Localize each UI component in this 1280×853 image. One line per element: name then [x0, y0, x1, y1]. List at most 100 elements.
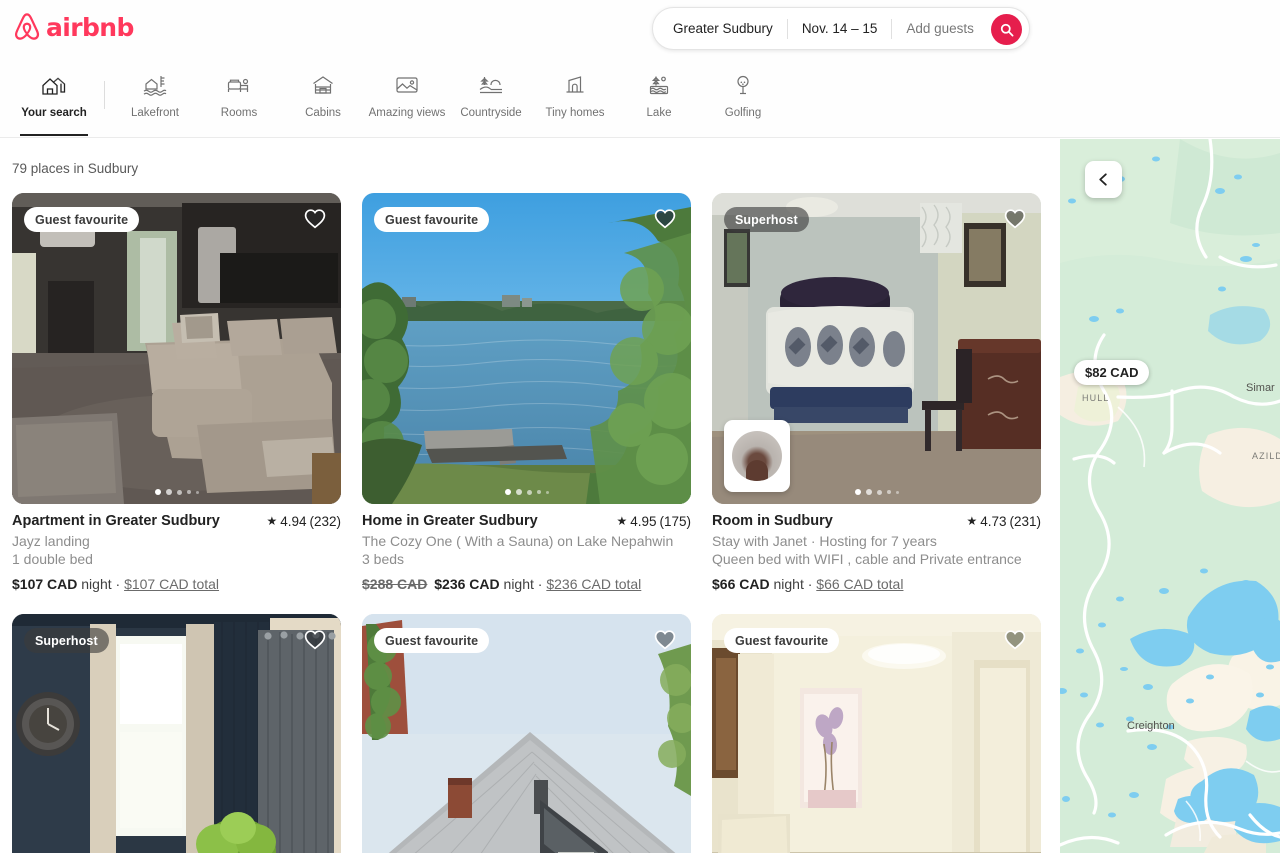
map-canvas[interactable] — [1060, 139, 1280, 853]
rating-value: 4.95 — [630, 513, 657, 529]
carousel-dot[interactable] — [865, 489, 872, 495]
category-tiny-homes[interactable]: Tiny homes — [533, 58, 617, 130]
carousel-dot[interactable] — [515, 489, 522, 495]
search-location[interactable]: Greater Sudbury — [653, 8, 787, 49]
heart-icon[interactable] — [1003, 627, 1027, 651]
star-icon: ★ — [266, 514, 278, 528]
listing-badge: Superhost — [724, 207, 809, 232]
listing-image[interactable]: Guest favourite — [362, 193, 691, 504]
map-collapse-button[interactable] — [1085, 161, 1122, 198]
rooms-bed-icon — [226, 72, 252, 98]
listing-badge: Guest favourite — [374, 628, 490, 653]
listing-card[interactable]: Guest favourite — [362, 614, 691, 853]
listing-price: $107 CAD night · $107 CAD total — [12, 576, 341, 592]
listing-card[interactable]: Guest favourite — [362, 193, 691, 592]
listing-card[interactable]: Guest favourite — [712, 614, 1041, 853]
houses-icon — [41, 72, 67, 98]
heart-icon[interactable] — [1003, 206, 1027, 230]
map-price-marker[interactable]: $82 CAD — [1074, 360, 1150, 385]
listing-image[interactable]: Superhost — [12, 614, 341, 853]
listing-price: $288 CAD $236 CAD night · $236 CAD total — [362, 576, 691, 592]
category-label: Golfing — [724, 107, 762, 119]
image-carousel-dots[interactable] — [504, 489, 549, 495]
category-lake[interactable]: Lake — [617, 58, 701, 130]
price-separator: · — [115, 576, 121, 592]
carousel-dot[interactable] — [876, 489, 882, 495]
dark-living-room-photo — [12, 193, 341, 504]
category-countryside[interactable]: Countryside — [449, 58, 533, 130]
heart-icon[interactable] — [303, 206, 327, 230]
cabin-icon — [310, 72, 336, 98]
price-total[interactable]: $66 CAD total — [816, 576, 903, 592]
category-golfing[interactable]: Golfing — [701, 58, 785, 130]
price-total[interactable]: $236 CAD total — [546, 576, 641, 592]
map-label-simard: Simar — [1246, 382, 1275, 394]
listing-beds: Queen bed with WIFI , cable and Private … — [712, 551, 1022, 567]
carousel-dot[interactable] — [526, 489, 532, 495]
heart-icon[interactable] — [653, 206, 677, 230]
rating-value: 4.73 — [980, 513, 1007, 529]
listing-card[interactable]: Superhost — [12, 614, 341, 853]
price-total[interactable]: $107 CAD total — [124, 576, 219, 592]
image-carousel-dots[interactable] — [854, 489, 899, 495]
price-amount: $66 CAD — [712, 576, 770, 592]
host-avatar[interactable] — [724, 420, 790, 492]
search-dates[interactable]: Nov. 14 – 15 — [788, 8, 892, 49]
heart-icon[interactable] — [303, 627, 327, 651]
carousel-dot[interactable] — [195, 490, 199, 494]
airbnb-logo[interactable]: airbnb — [12, 11, 134, 43]
listing-beds: 1 double bed — [12, 551, 93, 567]
listings-grid: Guest favourite Apartment in Greater Sud… — [0, 176, 1060, 853]
results-panel: 79 places in Sudbury Guest favourite Apa… — [0, 139, 1060, 853]
map-label-hull: HULL — [1082, 393, 1110, 403]
listing-image[interactable]: Guest favourite — [362, 614, 691, 853]
listing-image[interactable]: Guest favourite — [12, 193, 341, 504]
search-guests[interactable]: Add guests — [892, 8, 988, 49]
listing-price: $66 CAD night · $66 CAD total — [712, 576, 1041, 592]
category-label: Amazing views — [368, 107, 446, 119]
listing-card[interactable]: Guest favourite — [12, 193, 341, 592]
listing-info: Room in Sudbury ★ 4.73 (231) Stay with J… — [712, 504, 1041, 592]
carousel-dot[interactable] — [854, 489, 861, 495]
lakefront-icon — [142, 72, 168, 98]
listing-image[interactable]: Guest favourite — [712, 614, 1041, 853]
price-original: $288 CAD — [362, 576, 428, 592]
price-separator: · — [807, 576, 813, 592]
review-count: (231) — [1009, 513, 1041, 529]
carousel-dot[interactable] — [176, 489, 182, 495]
category-nav[interactable]: Your search Lakefront Rooms Cabins Amazi… — [0, 58, 1280, 138]
listing-image[interactable]: Superhost — [712, 193, 1041, 504]
carousel-dot[interactable] — [154, 489, 161, 495]
carousel-dot[interactable] — [545, 490, 549, 494]
airbnb-bellhop-icon — [12, 11, 42, 43]
search-submit-button[interactable] — [991, 14, 1022, 45]
lake-icon — [646, 72, 672, 98]
heart-icon[interactable] — [653, 627, 677, 651]
map-panel[interactable]: $82 CAD HULL Simar AZILDA Creighton LIVE… — [1060, 139, 1280, 853]
carousel-dot[interactable] — [536, 490, 541, 494]
category-rooms[interactable]: Rooms — [197, 58, 281, 130]
price-unit: night — [773, 576, 804, 592]
search-bar[interactable]: Greater Sudbury Nov. 14 – 15 Add guests — [652, 7, 1030, 50]
carousel-dot[interactable] — [886, 490, 891, 494]
category-your-search[interactable]: Your search — [12, 58, 96, 136]
listing-beds: 3 beds — [362, 551, 405, 567]
carousel-dot[interactable] — [186, 490, 191, 494]
image-carousel-dots[interactable] — [154, 489, 199, 495]
airbnb-search-page: airbnb Greater Sudbury Nov. 14 – 15 Add … — [0, 0, 1280, 853]
category-cabins[interactable]: Cabins — [281, 58, 365, 130]
lake-view-photo — [362, 193, 691, 504]
carousel-dot[interactable] — [165, 489, 172, 495]
price-amount: $236 CAD — [434, 576, 500, 592]
category-amazing-views[interactable]: Amazing views — [365, 58, 449, 130]
results-count: 79 places in Sudbury — [12, 161, 139, 176]
listing-subtitle: Jayz landing — [12, 533, 90, 549]
category-separator — [104, 80, 105, 109]
category-lakefront[interactable]: Lakefront — [113, 58, 197, 130]
carousel-dot[interactable] — [504, 489, 511, 495]
review-count: (232) — [309, 513, 341, 529]
listing-rating: ★ 4.73 (231) — [958, 514, 1041, 529]
carousel-dot[interactable] — [895, 490, 899, 494]
listing-card[interactable]: Superhost — [712, 193, 1041, 592]
star-icon: ★ — [616, 514, 628, 528]
